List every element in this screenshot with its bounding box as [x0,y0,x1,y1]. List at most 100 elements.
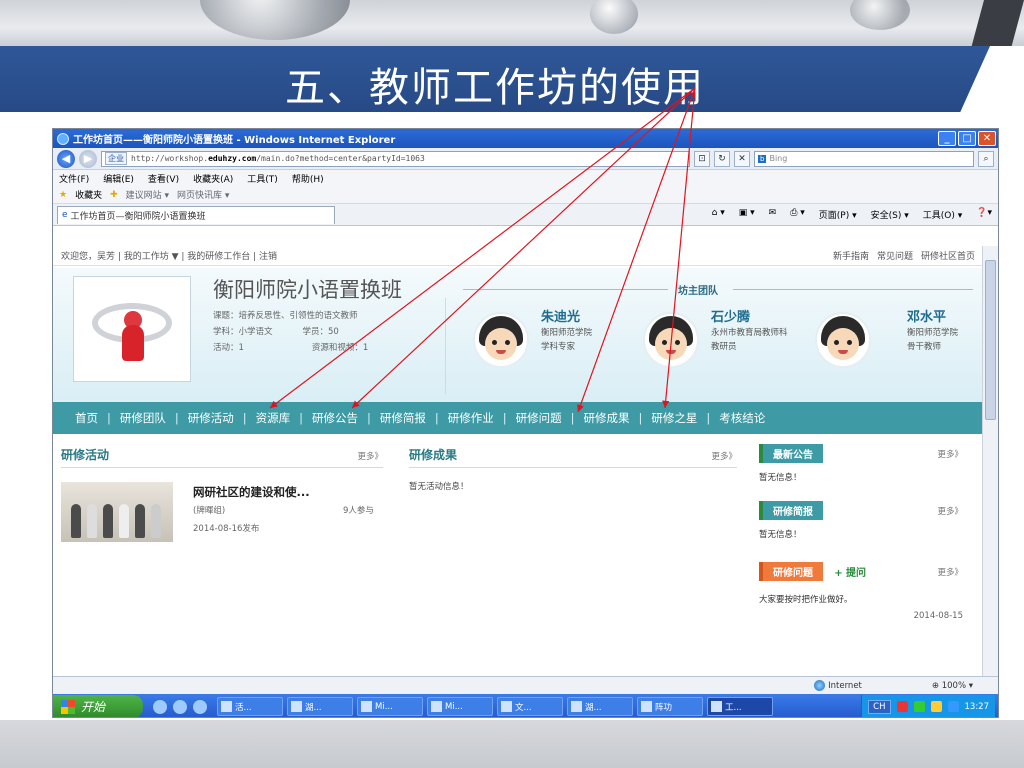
app-quicklaunch-icon[interactable] [193,699,207,714]
favorites-button[interactable]: 收藏夹 [75,188,102,201]
nav-results[interactable]: 研修成果 [584,410,630,426]
guide-link[interactable]: 新手指南 [833,249,869,262]
menu-tools[interactable]: 工具(T) [247,172,278,185]
team-member[interactable]: 石少腾 永州市教育局教师科 教研员 [643,306,803,386]
faq-link[interactable]: 常见问题 [877,249,913,262]
studio-meta: 课题：培养反思性、引领性的语文教师 学科：小学语文 学员：50 活动：1 资源和… [213,308,368,356]
member-role: 骨干教师 [907,342,942,352]
search-icon[interactable]: ⌕ [978,150,994,167]
user-links[interactable]: 欢迎您，吴芳 | 我的工作坊 ▼ | 我的研修工作台 | 注销 [61,249,277,262]
nav-questions[interactable]: 研修问题 [516,410,562,426]
tools-menu[interactable]: 工具(O) ▾ [923,208,963,221]
ie-logo-icon [57,132,69,145]
search-input[interactable]: b Bing [754,150,974,167]
app-quicklaunch-icon[interactable] [173,699,187,714]
nav-assessment[interactable]: 考核结论 [719,410,765,426]
nav-briefs[interactable]: 研修简报 [380,410,426,426]
refresh-icon[interactable]: ↻ [714,150,730,167]
team-member[interactable]: 邓水平 衡阳师范学院 骨干教师 [815,306,975,386]
system-tray: CH 13:27 [861,695,995,717]
slide-title-bar: 五、教师工作坊的使用 [0,46,990,112]
menu-favorites[interactable]: 收藏夹(A) [193,172,233,185]
menu-edit[interactable]: 编辑(E) [103,172,134,185]
add-favorite-icon[interactable]: ✚ [110,190,118,200]
vertical-scrollbar[interactable] [982,246,998,676]
ie-quicklaunch-icon[interactable] [153,699,167,714]
menu-help[interactable]: 帮助(H) [292,172,324,185]
taskbar-item[interactable]: Mi... [427,697,493,716]
nav-homework[interactable]: 研修作业 [448,410,494,426]
nav-team[interactable]: 研修团队 [120,410,166,426]
list-item[interactable]: 网研社区的建设和使... (牌暉组) 9人参与 2014-08-16发布 [61,482,383,552]
minimize-button[interactable]: _ [938,131,956,146]
team-member[interactable]: 朱迪光 衡阳师范学院 学科专家 [473,306,633,386]
window-title: 工作坊首页——衡阳师院小语置换班 - Windows Internet Expl… [73,135,396,146]
help-icon[interactable]: ❓▾ [976,208,992,221]
back-button[interactable]: ◀ [57,149,75,168]
favorites-bar: ★ 收藏夹 ✚ 建议网站 ▾ 网页快讯库 ▾ [53,186,998,204]
activity-title[interactable]: 网研社区的建设和使... [193,484,310,500]
more-link[interactable]: 更多》 [711,450,737,462]
home-icon[interactable]: ⌂ ▾ [712,208,725,221]
nav-stars[interactable]: 研修之星 [651,410,697,426]
more-link[interactable]: 更多》 [937,566,963,578]
taskbar-item[interactable]: 文... [497,697,563,716]
clock: 13:27 [964,701,990,712]
web-slice-gallery-link[interactable]: 网页快讯库 ▾ [177,188,229,201]
results-section: 研修成果 更多》 暂无活动信息！ [409,446,737,492]
menu-view[interactable]: 查看(V) [148,172,179,185]
more-link[interactable]: 更多》 [937,505,963,517]
community-home-link[interactable]: 研修社区首页 [921,249,975,262]
command-bar: ⌂ ▾ ▣ ▾ ✉ ⎙ ▾ 页面(P) ▾ 安全(S) ▾ 工具(O) ▾ ❓▾ [712,208,998,221]
compatibility-icon[interactable]: ⊡ [694,150,710,167]
feeds-icon[interactable]: ▣ ▾ [739,208,755,221]
studio-subject: 学科：小学语文 [213,327,273,337]
nav-notices[interactable]: 研修公告 [312,410,358,426]
tray-icon[interactable] [913,701,925,712]
taskbar-item[interactable]: 湖... [287,697,353,716]
zoom-level[interactable]: ⊕ 100% ▾ [932,681,973,691]
member-name: 朱迪光 [541,310,581,325]
language-indicator[interactable]: CH [868,699,891,714]
activity-date: 2014-08-16发布 [193,524,260,534]
taskbar-item[interactable]: 湖... [567,697,633,716]
start-button[interactable]: 开始 [53,695,143,717]
member-org: 衡阳师范学院 [541,328,593,338]
nav-activities[interactable]: 研修活动 [188,410,234,426]
scrollbar-thumb[interactable] [985,260,996,420]
taskbar-item[interactable]: 活... [217,697,283,716]
zone-dropdown[interactable]: 企业 [105,152,127,165]
taskbar-item[interactable]: Mi... [357,697,423,716]
mail-icon[interactable]: ✉ [769,208,777,221]
safety-menu[interactable]: 安全(S) ▾ [871,208,909,221]
tray-icon[interactable] [896,701,908,712]
banner-divider [445,298,446,394]
menu-file[interactable]: 文件(F) [59,172,89,185]
tray-icon[interactable] [947,701,959,712]
print-icon[interactable]: ⎙ ▾ [790,208,805,221]
member-role: 学科专家 [541,342,576,352]
question-text[interactable]: 大家要按时把作业做好。 [759,593,963,605]
maximize-button[interactable]: □ [958,131,976,146]
forward-button[interactable]: ▶ [79,149,97,168]
suggested-sites-link[interactable]: 建议网站 ▾ [126,188,169,201]
stop-icon[interactable]: ✕ [734,150,750,167]
taskbar-item-active[interactable]: 工... [707,697,773,716]
taskbar-item[interactable]: 阵功 [637,697,703,716]
browser-title-bar: 工作坊首页——衡阳师院小语置换班 - Windows Internet Expl… [53,129,998,148]
address-bar[interactable]: 企业 http://workshop.eduhzy.com/main.do?me… [101,150,690,167]
decorative-bubble [200,0,350,40]
close-button[interactable]: ✕ [978,131,996,146]
section-title: 研修成果 [409,448,458,462]
more-link[interactable]: 更多》 [937,448,963,460]
nav-home[interactable]: 首页 [75,410,98,426]
more-link[interactable]: 更多》 [357,450,383,462]
page-menu[interactable]: 页面(P) ▾ [819,208,857,221]
nav-resources[interactable]: 资源库 [256,410,291,426]
team-title: 坊主团队 [678,286,718,297]
section-title: 研修活动 [61,448,110,462]
ie-page-icon: e [62,210,68,220]
tray-icon[interactable] [930,701,942,712]
ask-question-button[interactable]: + 提问 [834,568,866,579]
tab-current[interactable]: e 工作坊首页—衡阳师院小语置换班 [57,205,335,224]
